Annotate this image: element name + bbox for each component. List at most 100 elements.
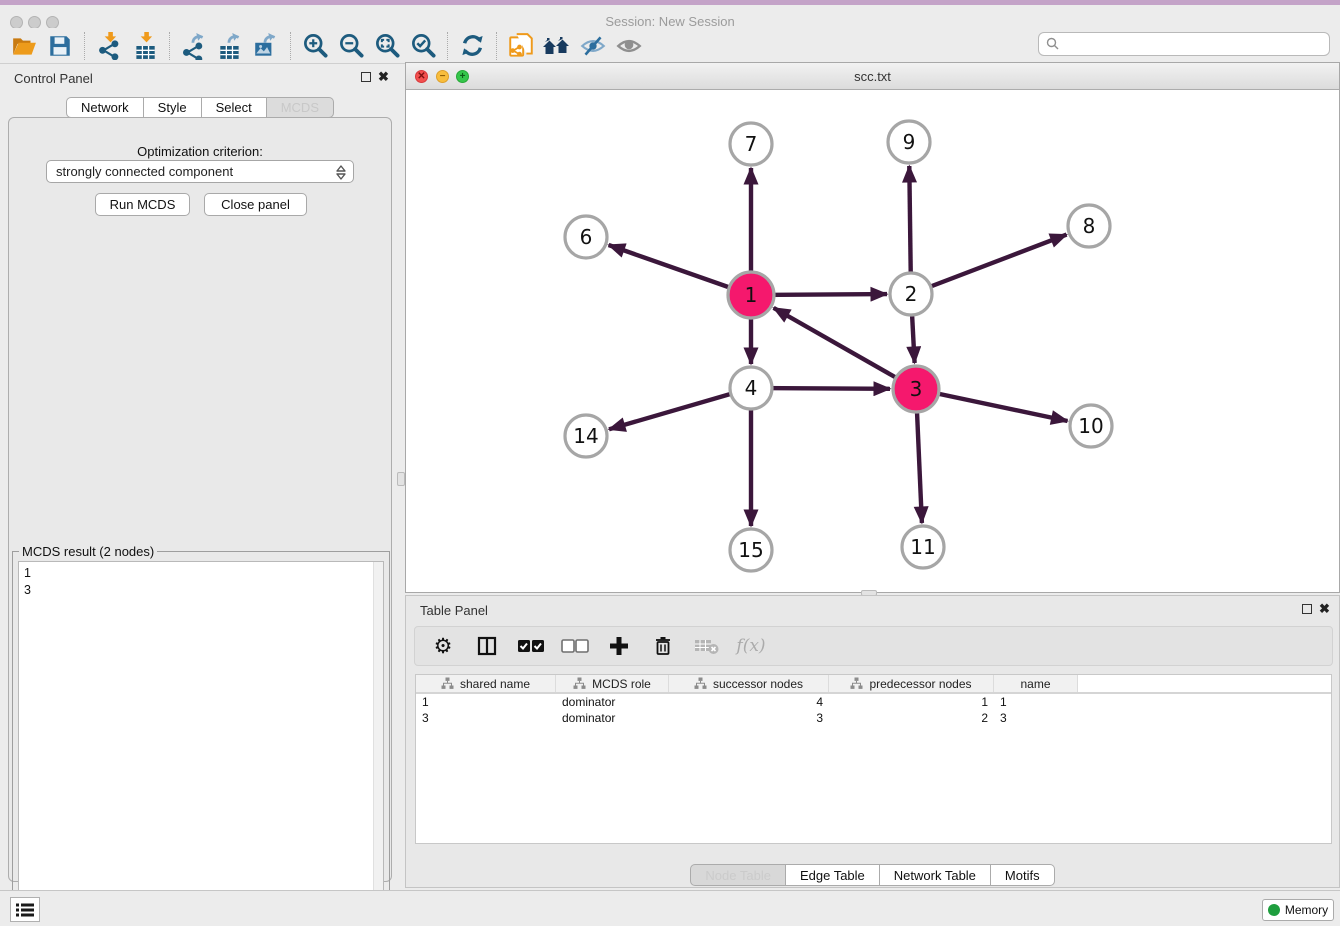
show-panels-button[interactable] (10, 897, 40, 922)
column-layout-button[interactable] (473, 632, 501, 660)
cell-successor-nodes[interactable]: 3 (669, 710, 829, 726)
table-close-panel-icon[interactable]: ✖ (1319, 601, 1330, 617)
toolbar-separator (496, 32, 497, 60)
node-label: 1 (745, 283, 758, 307)
export-network-button[interactable] (176, 30, 212, 62)
save-session-button[interactable] (42, 30, 78, 62)
search-input[interactable] (1061, 35, 1329, 53)
toolbar-separator (447, 32, 448, 60)
run-mcds-button[interactable]: Run MCDS (95, 193, 190, 216)
import-table-button[interactable] (127, 30, 163, 62)
table-panel: Table Panel ✖ ⚙f(x) shared nameMCDS role… (405, 595, 1340, 888)
cell-MCDS-role[interactable]: dominator (556, 694, 669, 710)
zoom-selected-button[interactable] (405, 30, 441, 62)
function-builder-button[interactable]: f(x) (737, 632, 765, 660)
toolbar-separator (84, 32, 85, 60)
network-window-titlebar[interactable]: ✕ − + scc.txt (406, 63, 1339, 90)
tab-edge-table[interactable]: Edge Table (786, 864, 880, 886)
export-table-icon (216, 32, 244, 60)
column-header-predecessor-nodes[interactable]: predecessor nodes (829, 675, 994, 692)
zoom-fit-button[interactable] (369, 30, 405, 62)
mcds-result-text[interactable]: 1 3 (18, 561, 384, 922)
tab-mcds[interactable]: MCDS (267, 97, 334, 118)
node-label: 9 (903, 130, 916, 154)
optimization-criterion-dropdown[interactable]: strongly connected component (46, 160, 354, 183)
memory-button[interactable]: Memory (1262, 899, 1334, 921)
cell-shared-name[interactable]: 1 (416, 694, 556, 710)
close-panel-button[interactable]: Close panel (204, 193, 307, 216)
cell-shared-name[interactable]: 3 (416, 710, 556, 726)
cell-name[interactable]: 1 (994, 694, 1078, 710)
node-8[interactable]: 8 (1068, 205, 1110, 247)
column-label: shared name (460, 677, 530, 691)
column-header-shared-name[interactable]: shared name (416, 675, 556, 692)
node-label: 15 (738, 538, 763, 562)
zoom-out-icon (338, 32, 365, 59)
first-neighbors-button[interactable] (539, 30, 575, 62)
tab-node-table[interactable]: Node Table (690, 864, 786, 886)
node-6[interactable]: 6 (565, 216, 607, 258)
dropdown-stepper-icon (334, 164, 348, 181)
hide-selected-button[interactable] (575, 30, 611, 62)
node-2[interactable]: 2 (890, 273, 932, 315)
table-settings-gear-button[interactable]: ⚙ (429, 632, 457, 660)
tab-network-table[interactable]: Network Table (880, 864, 991, 886)
zoom-out-button[interactable] (333, 30, 369, 62)
export-table-button[interactable] (212, 30, 248, 62)
node-11[interactable]: 11 (902, 526, 944, 568)
table-row[interactable]: 3dominator323 (416, 710, 1331, 726)
node-label: 2 (905, 282, 918, 306)
delete-table-button[interactable] (693, 632, 721, 660)
cell-predecessor-nodes[interactable]: 2 (829, 710, 994, 726)
table-row[interactable]: 1dominator411 (416, 694, 1331, 710)
node-9[interactable]: 9 (888, 121, 930, 163)
app-titlebar: Session: New Session (0, 5, 1340, 28)
select-all-columns-button[interactable] (517, 632, 545, 660)
node-15[interactable]: 15 (730, 529, 772, 571)
deselect-all-columns-button[interactable] (561, 632, 589, 660)
new-network-from-selection-button[interactable] (503, 30, 539, 62)
node-14[interactable]: 14 (565, 415, 607, 457)
delete-table-icon (694, 636, 720, 656)
tab-motifs[interactable]: Motifs (991, 864, 1055, 886)
node-7[interactable]: 7 (730, 123, 772, 165)
control-panel-title: Control Panel (14, 71, 93, 86)
delete-column-icon (651, 634, 675, 658)
import-network-button[interactable] (91, 30, 127, 62)
column-header-MCDS-role[interactable]: MCDS role (556, 675, 669, 692)
table-float-panel-icon[interactable] (1302, 604, 1312, 614)
refresh-layout-button[interactable] (454, 30, 490, 62)
cell-successor-nodes[interactable]: 4 (669, 694, 829, 710)
edge-2-8[interactable] (911, 235, 1067, 294)
open-session-button[interactable] (6, 30, 42, 62)
save-session-icon (47, 33, 73, 59)
result-scrollbar[interactable] (373, 562, 383, 921)
show-all-button[interactable] (611, 30, 647, 62)
vertical-splitter-handle[interactable] (397, 472, 405, 486)
tab-select[interactable]: Select (202, 97, 267, 118)
import-table-icon (131, 32, 159, 60)
search-field[interactable] (1038, 32, 1330, 56)
zoom-in-button[interactable] (297, 30, 333, 62)
column-header-successor-nodes[interactable]: successor nodes (669, 675, 829, 692)
node-4[interactable]: 4 (730, 367, 772, 409)
node-3[interactable]: 3 (893, 366, 939, 412)
delete-column-button[interactable] (649, 632, 677, 660)
add-column-button[interactable] (605, 632, 633, 660)
export-image-button[interactable] (248, 30, 284, 62)
mcds-result-title: MCDS result (2 nodes) (19, 544, 157, 559)
node-10[interactable]: 10 (1070, 405, 1112, 447)
tab-network[interactable]: Network (66, 97, 144, 118)
tab-style[interactable]: Style (144, 97, 202, 118)
close-panel-icon[interactable]: ✖ (378, 69, 389, 85)
network-graph[interactable]: 7 9 6 8 1 2 4 3 14 10 15 11 (406, 90, 1339, 592)
first-neighbors-icon (542, 33, 572, 59)
new-network-from-selection-icon (507, 32, 535, 60)
network-canvas[interactable]: 7 9 6 8 1 2 4 3 14 10 15 11 (406, 90, 1339, 592)
cell-predecessor-nodes[interactable]: 1 (829, 694, 994, 710)
cell-MCDS-role[interactable]: dominator (556, 710, 669, 726)
node-1[interactable]: 1 (728, 272, 774, 318)
float-panel-icon[interactable] (361, 72, 371, 82)
column-header-name[interactable]: name (994, 675, 1078, 692)
cell-name[interactable]: 3 (994, 710, 1078, 726)
